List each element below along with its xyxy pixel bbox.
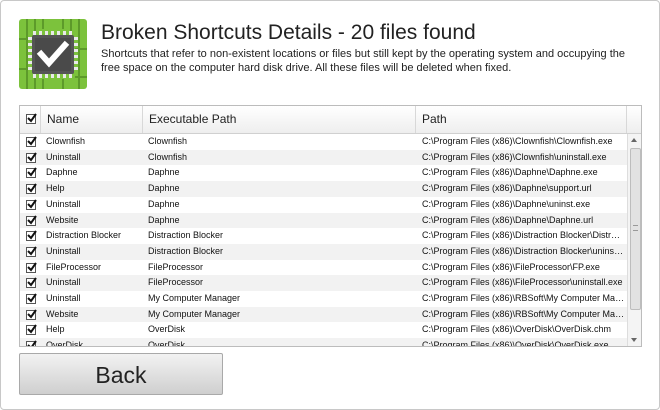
row-checkbox[interactable] bbox=[26, 293, 37, 304]
cell-name: Distraction Blocker bbox=[46, 230, 122, 241]
scroll-up-arrow-icon[interactable] bbox=[631, 138, 637, 142]
cell-path: C:\Program Files (x86)\Daphne\uninst.exe bbox=[422, 198, 591, 209]
cell-path: C:\Program Files (x86)\Daphne\Daphne.exe bbox=[422, 167, 598, 178]
column-header-path[interactable]: Path bbox=[416, 106, 627, 133]
cell-name: Help bbox=[46, 324, 65, 335]
table-row[interactable]: Uninstall Distraction Blocker C:\Program F… bbox=[20, 243, 627, 260]
cell-executable-path: My Computer Manager bbox=[148, 308, 241, 319]
row-checkbox[interactable] bbox=[26, 230, 37, 242]
row-checkbox[interactable] bbox=[26, 152, 37, 163]
cell-path: C:\Program Files (x86)\Clownfish\Clownfi… bbox=[422, 136, 613, 146]
chip-checkmark-icon bbox=[19, 19, 87, 89]
dialog-window: Broken Shortcuts Details - 20 files foun… bbox=[0, 0, 660, 410]
cell-executable-path: OverDisk bbox=[148, 340, 186, 346]
cell-executable-path: Distraction Blocker bbox=[148, 245, 224, 256]
cell-executable-path: Clownfish bbox=[148, 136, 188, 146]
cell-path: C:\Program Files (x86)\Daphne\support.ur… bbox=[422, 183, 592, 194]
cell-executable-path: Daphne bbox=[148, 183, 180, 194]
cell-path: C:\Program Files (x86)\Clownfish\uninsta… bbox=[422, 151, 607, 162]
table-row[interactable]: Uninstall Daphne C:\Program Files (x86)\Da… bbox=[20, 197, 627, 213]
cell-executable-path: Distraction Blocker bbox=[148, 230, 224, 241]
cell-name: Website bbox=[46, 308, 79, 319]
select-all-checkbox[interactable] bbox=[26, 113, 37, 124]
table-row[interactable]: Distraction Blocker Distraction Blocker C:… bbox=[20, 228, 627, 244]
table-row[interactable]: Help OverDisk C:\Program Files (x86)\OverD… bbox=[20, 322, 627, 338]
cell-name: Uninstall bbox=[46, 293, 81, 303]
cell-path: C:\Program Files (x86)\Distraction Block… bbox=[422, 230, 625, 241]
cell-path: C:\Program Files (x86)\FileProcessor\uni… bbox=[422, 277, 623, 288]
cell-executable-path: Daphne bbox=[148, 167, 180, 178]
cell-name: Daphne bbox=[46, 167, 78, 178]
select-all-header bbox=[20, 106, 41, 133]
row-checkbox[interactable] bbox=[26, 277, 37, 289]
cell-executable-path: FileProcessor bbox=[148, 277, 204, 288]
scrollbar-thumb[interactable] bbox=[630, 148, 641, 310]
table-header: Name Executable Path Path bbox=[20, 106, 641, 134]
table-body: Clownfish Clownfish C:\Program Files (x86)… bbox=[20, 134, 627, 346]
column-header-name[interactable]: Name bbox=[41, 106, 143, 133]
cell-path: C:\Program Files (x86)\OverDisk\OverDisk… bbox=[422, 324, 612, 335]
cell-name: Uninstall bbox=[46, 198, 81, 209]
cell-path: C:\Program Files (x86)\OverDisk\OverDisk… bbox=[422, 340, 609, 346]
table-row[interactable]: Uninstall My Computer Manager C:\Program F… bbox=[20, 291, 627, 307]
row-checkbox[interactable] bbox=[26, 183, 37, 195]
scroll-down-arrow-icon[interactable] bbox=[631, 338, 637, 342]
table-row[interactable]: Daphne Daphne C:\Program Files (x86)\Daphn… bbox=[20, 165, 627, 181]
cell-name: OverDisk bbox=[46, 340, 84, 346]
cell-name: FileProcessor bbox=[46, 261, 102, 272]
cell-path: C:\Program Files (x86)\FileProcessor\FP.… bbox=[422, 261, 600, 272]
page-title: Broken Shortcuts Details - 20 files foun… bbox=[101, 21, 476, 44]
cell-name: Uninstall bbox=[46, 277, 81, 288]
cell-name: Clownfish bbox=[46, 136, 86, 146]
cell-executable-path: FileProcessor bbox=[148, 261, 204, 272]
cell-path: C:\Program Files (x86)\RBSoft\My Compute… bbox=[422, 308, 625, 319]
cell-path: C:\Program Files (x86)\Distraction Block… bbox=[422, 245, 625, 256]
cell-executable-path: My Computer Manager bbox=[148, 293, 241, 303]
row-checkbox[interactable] bbox=[26, 199, 37, 210]
table-row[interactable]: Uninstall Clownfish C:\Program Files (x86)… bbox=[20, 149, 627, 166]
row-checkbox[interactable] bbox=[26, 340, 37, 346]
table-row[interactable]: Website My Computer Manager C:\Program Fil… bbox=[20, 306, 627, 323]
cell-name: Uninstall bbox=[46, 151, 81, 162]
back-button[interactable]: Back bbox=[19, 353, 223, 395]
cell-path: C:\Program Files (x86)\Daphne\Daphne.url bbox=[422, 214, 594, 225]
table-row[interactable]: Website Daphne C:\Program Files (x86)\Daph… bbox=[20, 212, 627, 229]
table-row[interactable]: OverDisk OverDisk C:\Program Files (x86)\O… bbox=[20, 338, 627, 346]
vertical-scrollbar[interactable] bbox=[627, 134, 641, 346]
row-checkbox[interactable] bbox=[26, 214, 37, 226]
table-row[interactable]: Help Daphne C:\Program Files (x86)\Daphne\… bbox=[20, 181, 627, 197]
column-header-executable-path[interactable]: Executable Path bbox=[143, 106, 416, 133]
cell-path: C:\Program Files (x86)\RBSoft\My Compute… bbox=[422, 293, 625, 303]
row-checkbox[interactable] bbox=[26, 324, 37, 336]
cell-name: Uninstall bbox=[46, 245, 81, 256]
row-checkbox[interactable] bbox=[26, 309, 37, 320]
table-row[interactable]: FileProcessor FileProcessor C:\Program Fil… bbox=[20, 260, 627, 276]
row-checkbox[interactable] bbox=[26, 167, 37, 179]
table-row[interactable]: Clownfish Clownfish C:\Program Files (x86)… bbox=[20, 134, 627, 150]
row-checkbox[interactable] bbox=[26, 136, 37, 147]
cell-name: Help bbox=[46, 183, 65, 194]
cell-executable-path: Daphne bbox=[148, 214, 180, 225]
row-checkbox[interactable] bbox=[26, 246, 37, 257]
cell-name: Website bbox=[46, 214, 79, 225]
cell-executable-path: Clownfish bbox=[148, 151, 188, 162]
broken-shortcuts-table: Name Executable Path Path Clownfish Clown… bbox=[19, 105, 642, 347]
cell-executable-path: Daphne bbox=[148, 198, 180, 209]
grip-icon bbox=[633, 225, 638, 231]
page-description: Shortcuts that refer to non-existent loc… bbox=[101, 48, 626, 74]
cell-executable-path: OverDisk bbox=[148, 324, 186, 335]
table-row[interactable]: Uninstall FileProcessor C:\Program Files (… bbox=[20, 275, 627, 291]
row-checkbox[interactable] bbox=[26, 262, 37, 273]
column-header-filler bbox=[627, 106, 641, 133]
